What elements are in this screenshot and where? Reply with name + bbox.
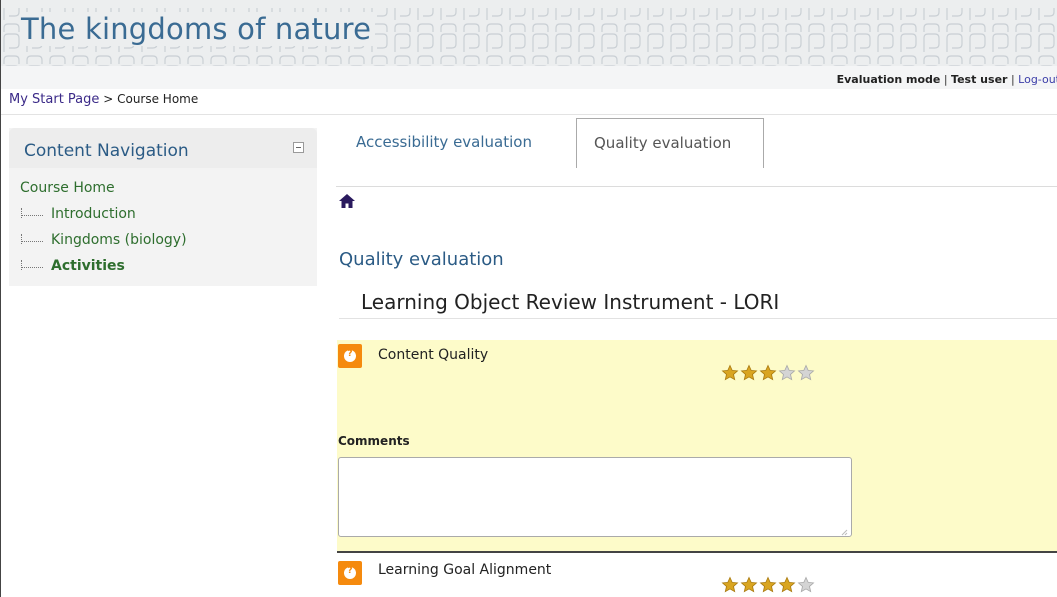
star-filled-icon[interactable] xyxy=(721,364,739,382)
star-filled-icon[interactable] xyxy=(740,576,758,594)
nav-item-label: Introduction xyxy=(51,206,136,222)
star-empty-icon[interactable] xyxy=(778,364,796,382)
breadcrumb-home-link[interactable]: My Start Page xyxy=(9,92,99,107)
content-navigation-panel: Content Navigation Course Home Introduct… xyxy=(9,128,317,286)
breadcrumb-separator: > xyxy=(99,92,118,106)
tree-connector xyxy=(21,231,43,244)
resize-grip-icon[interactable] xyxy=(840,528,848,536)
help-icon[interactable] xyxy=(338,561,362,585)
instrument-title: Learning Object Review Instrument - LORI xyxy=(361,290,780,314)
star-filled-icon[interactable] xyxy=(740,364,758,382)
home-icon[interactable] xyxy=(338,193,356,209)
user-name: Test user xyxy=(951,73,1008,86)
title-divider xyxy=(339,318,1057,319)
star-filled-icon[interactable] xyxy=(778,576,796,594)
tab-label: Quality evaluation xyxy=(594,134,732,152)
sidebar-header: Content Navigation xyxy=(9,128,317,168)
tree-connector xyxy=(21,257,43,270)
logout-link[interactable]: Log-out xyxy=(1018,73,1057,86)
nav-item-introduction[interactable]: Introduction xyxy=(21,206,136,222)
star-filled-icon[interactable] xyxy=(721,576,739,594)
tree-connector xyxy=(21,205,43,218)
tabs-divider xyxy=(336,186,1057,187)
sidebar-title: Content Navigation xyxy=(24,141,189,161)
nav-item-label: Activities xyxy=(51,258,125,274)
star-filled-icon[interactable] xyxy=(759,364,777,382)
star-empty-icon[interactable] xyxy=(797,364,815,382)
comments-label: Comments xyxy=(338,434,410,448)
comments-textarea[interactable] xyxy=(338,457,852,537)
criterion-label: Content Quality xyxy=(378,347,489,363)
criterion-separator xyxy=(337,551,1057,553)
user-bar: Evaluation mode | Test user | Log-out xyxy=(1,66,1057,89)
rating-stars[interactable] xyxy=(721,364,815,382)
collapse-icon[interactable] xyxy=(293,142,304,153)
breadcrumb: My Start Page > Course Home xyxy=(9,92,198,107)
nav-item-activities[interactable]: Activities xyxy=(21,258,125,274)
nav-course-home[interactable]: Course Home xyxy=(20,180,115,196)
tab-quality-evaluation[interactable]: Quality evaluation xyxy=(576,118,764,168)
nav-item-kingdoms[interactable]: Kingdoms (biology) xyxy=(21,232,187,248)
criterion-label: Learning Goal Alignment xyxy=(378,562,552,578)
nav-item-label: Kingdoms (biology) xyxy=(51,232,187,248)
star-empty-icon[interactable] xyxy=(797,576,815,594)
star-filled-icon[interactable] xyxy=(759,576,777,594)
header-divider xyxy=(1,114,1057,115)
rating-stars[interactable] xyxy=(721,576,815,594)
header-banner: The kingdoms of nature xyxy=(1,0,1057,66)
help-icon[interactable] xyxy=(338,344,362,368)
section-title: Quality evaluation xyxy=(339,249,504,270)
mode-label: Evaluation mode xyxy=(836,73,941,86)
tab-accessibility-evaluation[interactable]: Accessibility evaluation xyxy=(356,133,532,151)
site-title: The kingdoms of nature xyxy=(21,12,376,46)
breadcrumb-current: Course Home xyxy=(117,92,199,106)
